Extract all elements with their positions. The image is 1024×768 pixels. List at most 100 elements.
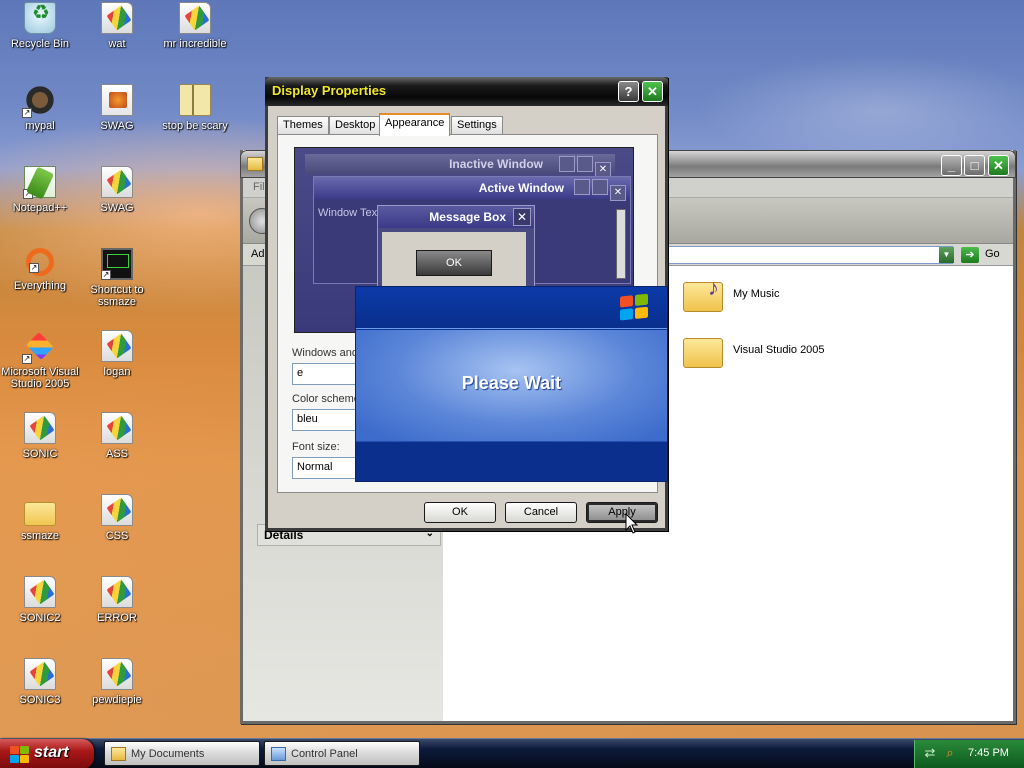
menu-file[interactable]: Fil xyxy=(253,181,265,193)
music-folder-icon: ♪ xyxy=(683,275,723,312)
desktop-icon-notepad-plus-plus[interactable]: ↗ Notepad++ xyxy=(0,166,80,214)
please-wait-dialog: Please Wait xyxy=(355,286,668,482)
visual-studio-icon: ↗ xyxy=(22,330,56,364)
desktop-icon-swag[interactable]: SWAG xyxy=(77,84,157,132)
control-panel-icon xyxy=(271,747,286,761)
tab-themes[interactable]: Themes xyxy=(277,116,329,135)
message-box-title: Message Box xyxy=(429,210,506,224)
file-item-visual-studio-2005[interactable]: Visual Studio 2005 xyxy=(683,332,883,372)
desktop-icon-sonic3[interactable]: SONIC3 xyxy=(0,658,80,706)
shortcut-arrow-icon: ↗ xyxy=(22,354,32,364)
preview-window-buttons: ✕ xyxy=(572,179,626,201)
preview-ok-button: OK xyxy=(416,250,492,276)
desktop-icon-label: SONIC xyxy=(22,448,58,460)
desktop-icon-recycle-bin[interactable]: Recycle Bin xyxy=(0,2,80,50)
preview-scrollbar xyxy=(616,209,626,279)
dialog-titlebar[interactable]: Display Properties ? ✕ xyxy=(265,77,668,106)
desktop-icon-error[interactable]: ERROR xyxy=(77,576,157,624)
preview-inactive-window: Inactive Window ✕ xyxy=(305,154,615,178)
desktop-icon-stop-be-scary[interactable]: stop be scary xyxy=(155,84,235,132)
document-icon xyxy=(101,658,133,690)
taskbar-item-my-documents[interactable]: My Documents xyxy=(104,741,260,766)
desktop-icon-pewdiepie[interactable]: pewdiepie xyxy=(77,658,157,706)
desktop-icon-label: stop be scary xyxy=(162,120,228,132)
shortcut-arrow-icon: ↗ xyxy=(22,108,32,118)
tab-appearance[interactable]: Appearance xyxy=(379,113,451,136)
document-icon xyxy=(101,412,133,444)
desktop-icon-ass[interactable]: ASS xyxy=(77,412,157,460)
please-wait-message: Please Wait xyxy=(461,373,562,393)
desktop-icon-sonic2[interactable]: SONIC2 xyxy=(0,576,80,624)
system-tray: ⇄ ⌕ 7:45 PM xyxy=(914,740,1024,768)
desktop-icon-label: Shortcut to ssmaze xyxy=(90,284,144,308)
please-wait-header xyxy=(356,287,667,329)
close-button[interactable]: ✕ xyxy=(642,81,663,102)
desktop-icon-mypal[interactable]: ↗ mypal xyxy=(0,84,80,132)
file-item-my-music[interactable]: ♪ My Music xyxy=(683,275,883,316)
document-icon xyxy=(24,412,56,444)
windows-logo-icon xyxy=(10,746,30,763)
shortcut-arrow-icon: ↗ xyxy=(101,270,111,280)
document-icon xyxy=(24,576,56,608)
desktop-icon-label: ASS xyxy=(105,448,128,460)
close-icon: ✕ xyxy=(513,208,531,226)
document-icon xyxy=(179,2,211,34)
desktop-icon-everything[interactable]: ↗ Everything xyxy=(0,248,80,292)
desktop-icon-mr-incredible[interactable]: mr incredible xyxy=(155,2,235,50)
desktop-icon-label: SWAG xyxy=(100,202,134,214)
go-button-label[interactable]: Go xyxy=(985,248,1000,260)
zip-folder-icon xyxy=(179,84,211,116)
start-button[interactable]: start xyxy=(0,739,94,768)
taskbar: start My Documents Control Panel ⇄ ⌕ 7:4… xyxy=(0,738,1024,768)
desktop-icon-swag-2[interactable]: SWAG xyxy=(77,166,157,214)
desktop-icon-css[interactable]: CSS xyxy=(77,494,157,542)
desktop-icon-wat[interactable]: wat xyxy=(77,2,157,50)
desktop-icon-label: Notepad++ xyxy=(12,202,68,214)
desktop-icon-label: CSS xyxy=(105,530,129,542)
ok-button[interactable]: OK xyxy=(424,502,496,523)
desktop-icon-label: Recycle Bin xyxy=(10,38,70,50)
desktop-icon-shortcut-to-ssmaze[interactable]: ↗ Shortcut to ssmaze xyxy=(77,248,157,308)
taskbar-item-label: Control Panel xyxy=(291,748,358,760)
desktop-icon-label: Microsoft Visual Studio 2005 xyxy=(1,366,79,390)
document-icon xyxy=(101,166,133,198)
folder-icon xyxy=(24,502,56,526)
folder-icon xyxy=(683,338,723,368)
file-label: Visual Studio 2005 xyxy=(733,344,825,356)
desktop-icon-label: logan xyxy=(103,366,131,378)
active-window-title: Active Window xyxy=(478,181,564,195)
desktop-icon-label: SONIC3 xyxy=(19,694,61,706)
apply-button[interactable]: Apply xyxy=(586,502,658,523)
font-size-label: Font size: xyxy=(292,441,340,453)
dialog-title: Display Properties xyxy=(272,83,387,98)
please-wait-footer xyxy=(356,441,667,481)
desktop-icon-ssmaze[interactable]: ssmaze xyxy=(0,494,80,542)
tab-desktop[interactable]: Desktop xyxy=(329,116,382,135)
desktop-icon-logan[interactable]: logan xyxy=(77,330,157,378)
image-file-icon xyxy=(101,84,133,116)
search-magnifier-icon: ↗ xyxy=(26,248,54,276)
tab-settings[interactable]: Settings xyxy=(451,116,503,135)
desktop-icon-sonic[interactable]: SONIC xyxy=(0,412,80,460)
cancel-button[interactable]: Cancel xyxy=(505,502,577,523)
desktop-icon-visual-studio-2005[interactable]: ↗ Microsoft Visual Studio 2005 xyxy=(0,330,80,390)
recycle-bin-icon xyxy=(24,2,57,34)
network-icon[interactable]: ⇄ xyxy=(923,746,937,760)
shortcut-arrow-icon: ↗ xyxy=(29,263,39,273)
address-dropdown-button[interactable]: ▼ xyxy=(939,247,954,263)
folder-icon xyxy=(111,747,126,761)
preview-window-buttons: ✕ xyxy=(557,156,611,178)
clock[interactable]: 7:45 PM xyxy=(968,747,1009,759)
desktop-icon-label: mr incredible xyxy=(163,38,227,50)
minimize-button[interactable]: _ xyxy=(941,155,962,176)
maximize-button[interactable]: □ xyxy=(964,155,985,176)
search-icon[interactable]: ⌕ xyxy=(943,746,957,760)
taskbar-item-control-panel[interactable]: Control Panel xyxy=(264,741,420,766)
close-button[interactable]: ✕ xyxy=(988,155,1009,176)
folder-icon xyxy=(247,157,263,171)
document-icon xyxy=(101,2,133,34)
help-button[interactable]: ? xyxy=(618,81,639,102)
desktop-icon-label: pewdiepie xyxy=(92,694,142,706)
go-arrow-icon[interactable]: ➔ xyxy=(961,247,979,263)
document-icon xyxy=(101,494,133,526)
